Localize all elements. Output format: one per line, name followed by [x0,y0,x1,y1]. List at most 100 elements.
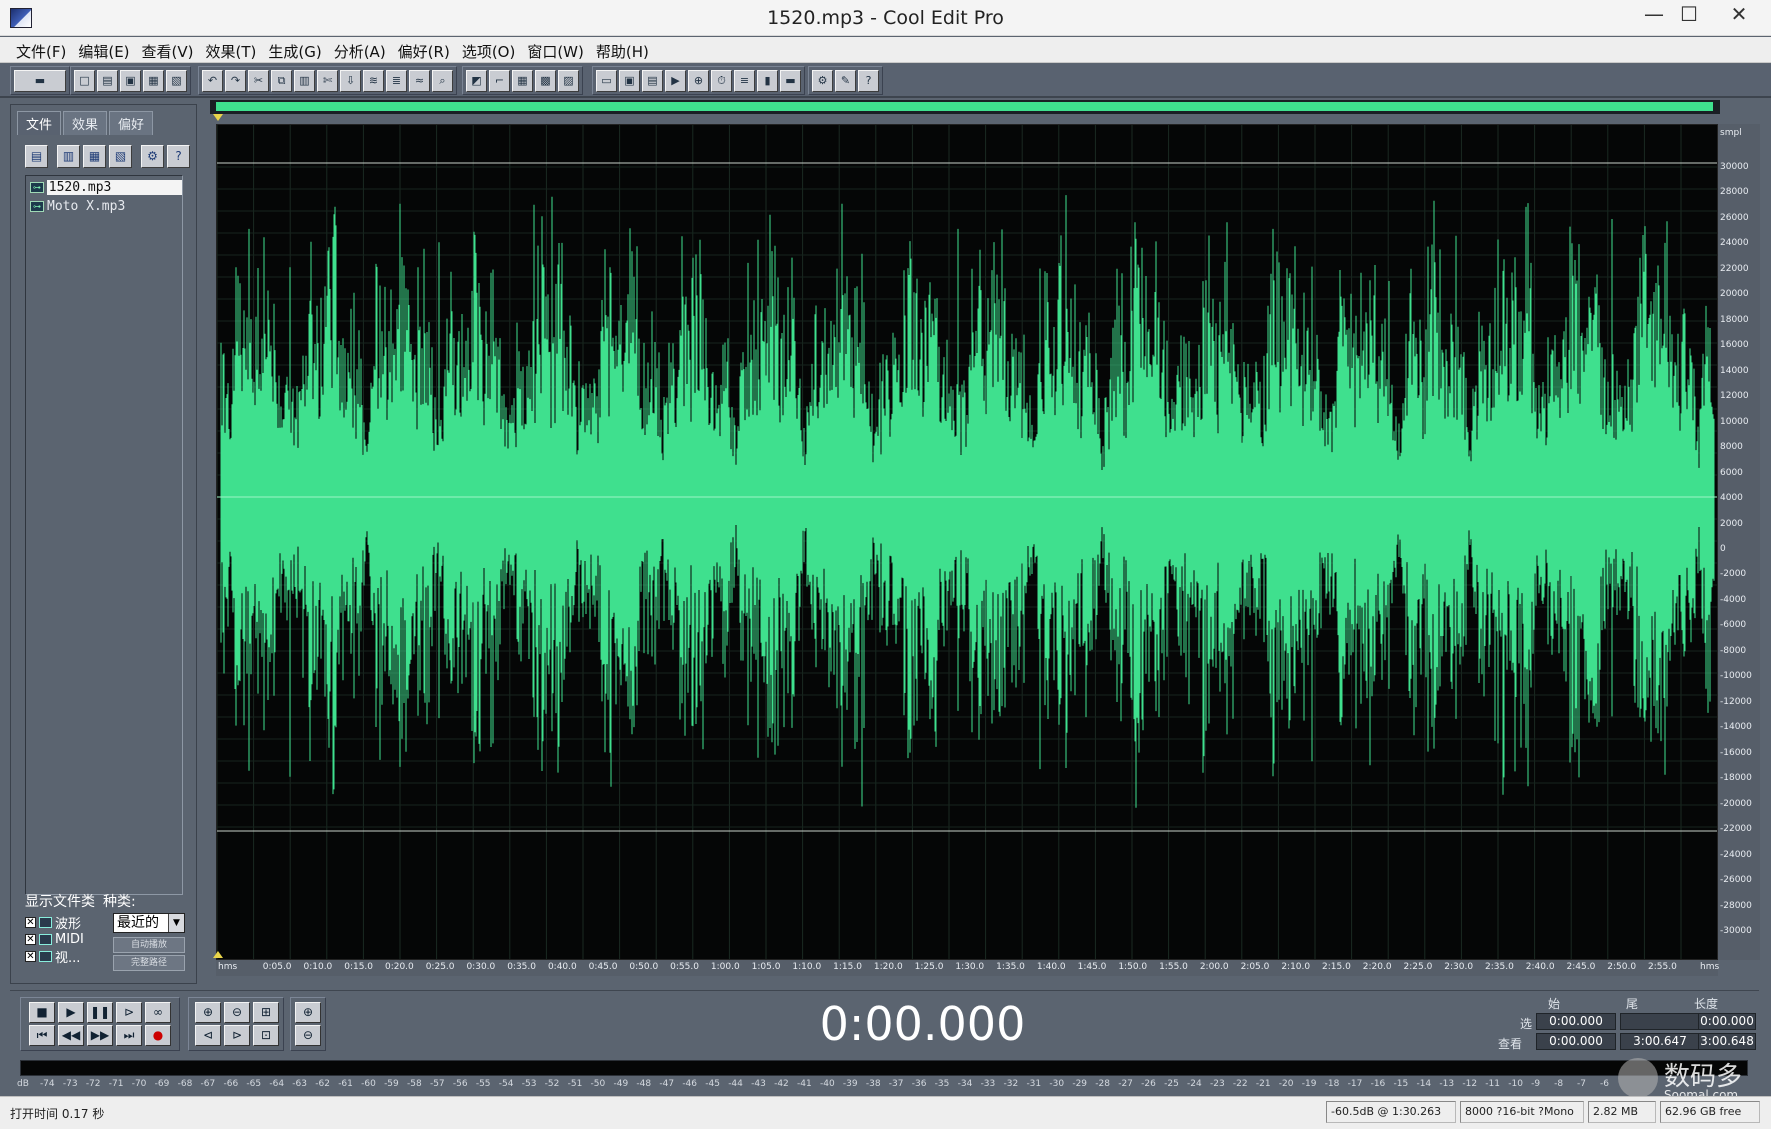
status-panel-icon[interactable]: ▬ [780,69,801,92]
vertical-zoom-in-icon[interactable]: ⊕ [295,1002,321,1023]
multitrack-toggle-icon[interactable]: ▬ [14,69,66,92]
midi-checkbox[interactable]: ✕ [25,934,36,945]
open-file-icon[interactable]: ▤ [25,145,48,168]
video-checkbox[interactable]: ✕ [25,951,36,962]
autoplay-button[interactable]: 自动播放 [113,937,185,953]
effect-d-icon[interactable]: ⌕ [432,69,453,92]
loop-icon[interactable]: ∞ [145,1002,171,1023]
list-item[interactable]: ⊶ Moto X.mp3 [26,198,182,214]
zoom-out-icon[interactable]: ⊖ [224,1002,250,1023]
menu-options[interactable]: 选项(O) [456,37,522,62]
close-file-icon[interactable]: ▧ [166,69,187,92]
save-all-icon[interactable]: ▦ [143,69,164,92]
menu-effects[interactable]: 效果(T) [200,37,263,62]
rewind-icon[interactable]: ◀◀ [58,1025,84,1046]
zoom-in-icon[interactable]: ⊕ [195,1002,221,1023]
zoom-panel-icon[interactable]: ⊕ [688,69,709,92]
window-a-icon[interactable]: ▭ [596,69,617,92]
window-b-icon[interactable]: ▣ [619,69,640,92]
pause-icon[interactable]: ❚❚ [87,1002,113,1023]
help-icon[interactable]: ? [858,69,879,92]
cut-icon[interactable]: ✂ [248,69,269,92]
amplitude-tick-label: 22000 [1720,263,1749,274]
menu-window[interactable]: 窗口(W) [521,37,590,62]
fast-forward-icon[interactable]: ▶▶ [87,1025,113,1046]
level-meter-icon[interactable]: ▮ [757,69,778,92]
mix-paste-icon[interactable]: ⇩ [340,69,361,92]
redo-icon[interactable]: ↷ [225,69,246,92]
tab-files[interactable]: 文件 [17,111,62,135]
tab-effects[interactable]: 效果 [63,111,108,135]
waveform-trace[interactable] [220,195,1715,808]
cue-list-icon[interactable]: ≡ [734,69,755,92]
play-to-end-icon[interactable]: ⊳ [116,1002,142,1023]
view-length-field[interactable]: 3:00.648 [1698,1033,1756,1050]
menu-view[interactable]: 查看(V) [136,37,200,62]
view-end-field[interactable]: 3:00.647 [1620,1033,1700,1050]
overview-bar[interactable] [210,100,1720,114]
play-list-icon[interactable]: ▶ [665,69,686,92]
tools-icon[interactable]: ✎ [835,69,856,92]
start-marker-top-icon[interactable] [213,114,223,121]
settings-icon[interactable]: ⚙ [812,69,833,92]
view-begin-field[interactable]: 0:00.000 [1536,1033,1616,1050]
kind-select[interactable]: 最近的 ▼ [113,913,185,933]
selection-begin-field[interactable]: 0:00.000 [1536,1013,1616,1030]
grid-a-icon[interactable]: ▦ [512,69,533,92]
trim-icon[interactable]: ✄ [317,69,338,92]
main-toolbar: ▬ □ ▤ ▣ ▦ ▧ ↶ ↷ ✂ ⧉ ▥ ✄ ⇩ ≋ ≣ ≈ ⌕ ◩ ⌐ ▦ … [0,64,1771,98]
list-item[interactable]: ⊶ 1520.mp3 [26,179,182,195]
time-tick-label: 1:30.0 [955,962,985,972]
chevron-down-icon[interactable]: ▼ [168,914,184,932]
envelope-icon[interactable]: ⌐ [489,69,510,92]
play-icon[interactable]: ▶ [58,1002,84,1023]
open-folder-icon[interactable]: ▤ [97,69,118,92]
waveform-display[interactable] [216,124,1718,960]
effect-b-icon[interactable]: ≣ [386,69,407,92]
new-file-icon[interactable]: □ [74,69,95,92]
menu-analyze[interactable]: 分析(A) [328,37,392,62]
save-icon[interactable]: ▣ [120,69,141,92]
insert-multitrack-icon[interactable]: ▧ [109,145,132,168]
selection-length-field[interactable]: 0:00.000 [1698,1013,1756,1030]
effect-c-icon[interactable]: ≈ [409,69,430,92]
waveform-checkbox[interactable]: ✕ [25,917,36,928]
zoom-left-icon[interactable]: ⊲ [195,1025,221,1046]
close-selected-icon[interactable]: ▦ [83,145,106,168]
time-panel-icon[interactable]: ⏱ [711,69,732,92]
waveform-canvas[interactable] [217,125,1718,960]
menu-favorites[interactable]: 偏好(R) [392,37,456,62]
effect-a-icon[interactable]: ≋ [363,69,384,92]
spectral-view-icon[interactable]: ◩ [466,69,487,92]
window-c-icon[interactable]: ▤ [642,69,663,92]
zoom-right-icon[interactable]: ⊳ [224,1025,250,1046]
selection-end-field[interactable] [1620,1013,1700,1030]
start-marker-bottom-icon[interactable] [213,951,223,958]
full-path-button[interactable]: 完整路径 [113,955,185,971]
maximize-button[interactable]: ☐ [1667,0,1711,30]
menu-generate[interactable]: 生成(G) [262,37,327,62]
import-icon[interactable]: ▥ [57,145,80,168]
grid-c-icon[interactable]: ▨ [558,69,579,92]
panel-help-icon[interactable]: ? [167,145,190,168]
close-button[interactable]: ✕ [1710,0,1768,30]
amplitude-tick-label: -30000 [1720,926,1752,936]
time-tick-label: 1:45.0 [1077,962,1107,972]
zoom-selection-icon[interactable]: ⊡ [253,1025,279,1046]
vertical-zoom-out-icon[interactable]: ⊖ [295,1025,321,1046]
record-icon[interactable]: ● [145,1025,171,1046]
menu-file[interactable]: 文件(F) [10,37,72,62]
overview-range[interactable] [216,102,1713,111]
zoom-full-icon[interactable]: ⊞ [253,1002,279,1023]
grid-b-icon[interactable]: ▩ [535,69,556,92]
edit-file-icon[interactable]: ⚙ [141,145,164,168]
paste-icon[interactable]: ▥ [294,69,315,92]
menu-help[interactable]: 帮助(H) [590,37,655,62]
go-to-start-icon[interactable]: ⏮ [29,1025,55,1046]
undo-icon[interactable]: ↶ [202,69,223,92]
go-to-end-icon[interactable]: ⏭ [116,1025,142,1046]
menu-edit[interactable]: 编辑(E) [72,37,135,62]
copy-icon[interactable]: ⧉ [271,69,292,92]
stop-icon[interactable]: ■ [29,1002,55,1023]
tab-favorites[interactable]: 偏好 [109,111,154,135]
